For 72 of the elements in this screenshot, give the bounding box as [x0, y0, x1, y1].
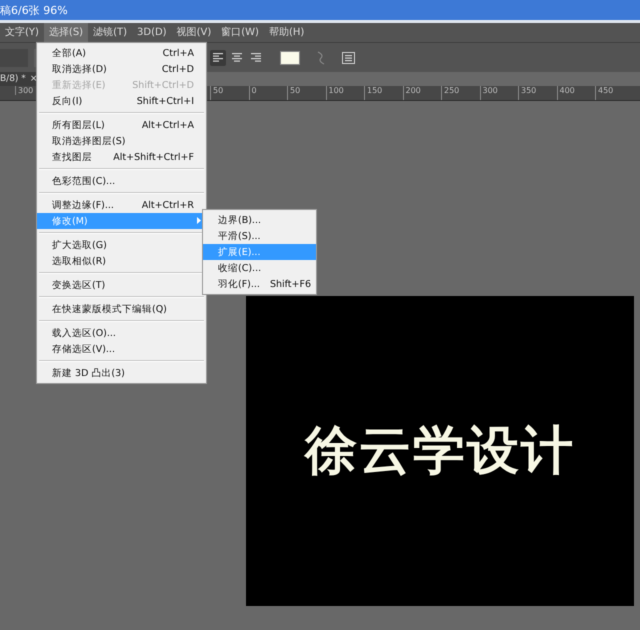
menu-item[interactable]: 取消选择(D) Ctrl+D	[37, 61, 206, 77]
menu-bar-item[interactable]: 选择(S)	[44, 23, 88, 42]
tab-label: B/8) *	[0, 74, 26, 84]
menu-item[interactable]: 变换选区(T)	[37, 277, 206, 293]
ruler-label: 200	[402, 86, 441, 100]
menu-bar-item[interactable]: 视图(V)	[172, 23, 216, 42]
ruler-label: 150	[364, 86, 402, 100]
menu-item-label: 扩展(E)...	[218, 246, 260, 258]
shortcut-label: Ctrl+A	[162, 48, 194, 58]
menu-item-label: 调整边缘(F)...	[52, 198, 115, 212]
menu-item[interactable]: 反向(I) Shift+Ctrl+I	[37, 93, 206, 109]
ruler-label: 0	[248, 86, 287, 100]
menu-item-label: 取消选择(D)	[52, 62, 108, 76]
ruler-label: 400	[556, 86, 595, 100]
menu-item-label: 平滑(S)...	[218, 230, 261, 242]
menu-item[interactable]: 新建 3D 凸出(3)	[37, 365, 206, 381]
menu-item[interactable]: 所有图层(L) Alt+Ctrl+A	[37, 117, 206, 133]
menu-item-label: 载入选区(O)...	[52, 326, 117, 340]
close-button[interactable]: ×	[30, 74, 38, 84]
menu-item[interactable]: 全部(A) Ctrl+A	[37, 45, 206, 61]
menu-item-label: 在快速蒙版模式下编辑(Q)	[52, 302, 168, 316]
menu-bar-item[interactable]: 文字(Y)	[0, 23, 44, 42]
menu-item[interactable]: 取消选择图层(S)	[37, 133, 206, 149]
menu-item-label: 所有图层(L)	[52, 118, 106, 132]
shortcut-label: Alt+Ctrl+R	[142, 200, 194, 210]
shortcut-label: Alt+Shift+Ctrl+F	[113, 152, 194, 162]
menu-item-label: 收缩(C)...	[218, 262, 262, 274]
menu-item-label: 新建 3D 凸出(3)	[52, 366, 126, 380]
menu-item-label: 取消选择图层(S)	[52, 134, 126, 148]
shortcut-label: Shift+F6	[270, 278, 311, 290]
ruler-label: 50	[287, 86, 326, 100]
menu-item-label: 扩大选取(G)	[52, 238, 108, 252]
menu-item[interactable]: 选取相似(R)	[37, 253, 206, 269]
canvas-text: 徐云学设计	[305, 420, 575, 483]
menu-item[interactable]: 收缩(C)...	[203, 260, 316, 276]
menu-item-label: 羽化(F)...	[218, 278, 260, 290]
menu-item[interactable]: 载入选区(O)...	[37, 325, 206, 341]
menu-item-label: 查找图层	[52, 150, 93, 164]
menu-item-label: 选取相似(R)	[52, 254, 108, 268]
menu-item[interactable]: 平滑(S)...	[203, 228, 316, 244]
ruler-label: 50	[210, 86, 248, 100]
shortcut-label: Shift+Ctrl+I	[136, 96, 194, 106]
menu-item-label: 反向(I)	[52, 94, 84, 108]
ruler-label: 100	[326, 86, 364, 100]
menu-item[interactable]: 羽化(F)... Shift+F6	[203, 276, 316, 292]
menu-bar-item[interactable]: 帮助(H)	[264, 23, 310, 42]
menu-item[interactable]: 查找图层 Alt+Shift+Ctrl+F	[37, 149, 206, 165]
menu-item[interactable]: 在快速蒙版模式下编辑(Q)	[37, 301, 206, 317]
ruler-label: 300	[480, 86, 518, 100]
shortcut-label: Ctrl+D	[162, 64, 194, 74]
menu-item-label: 重新选择(E)	[52, 78, 106, 92]
ruler-label: 250	[441, 86, 480, 100]
menu-bar-item[interactable]: 窗口(W)	[216, 23, 264, 42]
menu-item[interactable]: 色彩范围(C)...	[37, 173, 206, 189]
menu-item[interactable]: 调整边缘(F)... Alt+Ctrl+R	[37, 197, 206, 213]
menu-item-label: 边界(B)...	[218, 214, 261, 226]
menu-item-label: 修改(M)	[52, 214, 89, 228]
ruler-label: 450	[595, 86, 634, 100]
menu-bar-item[interactable]: 滤镜(T)	[88, 23, 132, 42]
window-title: 稿6/6张 96%	[0, 2, 68, 18]
menu-item-label: 变换选区(T)	[52, 278, 106, 292]
menu-item-label: 全部(A)	[52, 46, 87, 60]
menu-item[interactable]: 存储选区(V)...	[37, 341, 206, 357]
menu-item-label: 存储选区(V)...	[52, 342, 116, 356]
ruler-label: 350	[518, 86, 556, 100]
menu-item-label: 色彩范围(C)...	[52, 174, 116, 188]
document-tab[interactable]: B/8) * ×	[0, 72, 38, 86]
shortcut-label: Alt+Ctrl+A	[142, 120, 194, 130]
menu-item[interactable]: 边界(B)...	[203, 212, 316, 228]
menu-bar-item[interactable]: 3D(D)	[132, 23, 172, 42]
shortcut-label: Shift+Ctrl+D	[132, 80, 194, 90]
menu-item[interactable]: 扩大选取(G)	[37, 237, 206, 253]
